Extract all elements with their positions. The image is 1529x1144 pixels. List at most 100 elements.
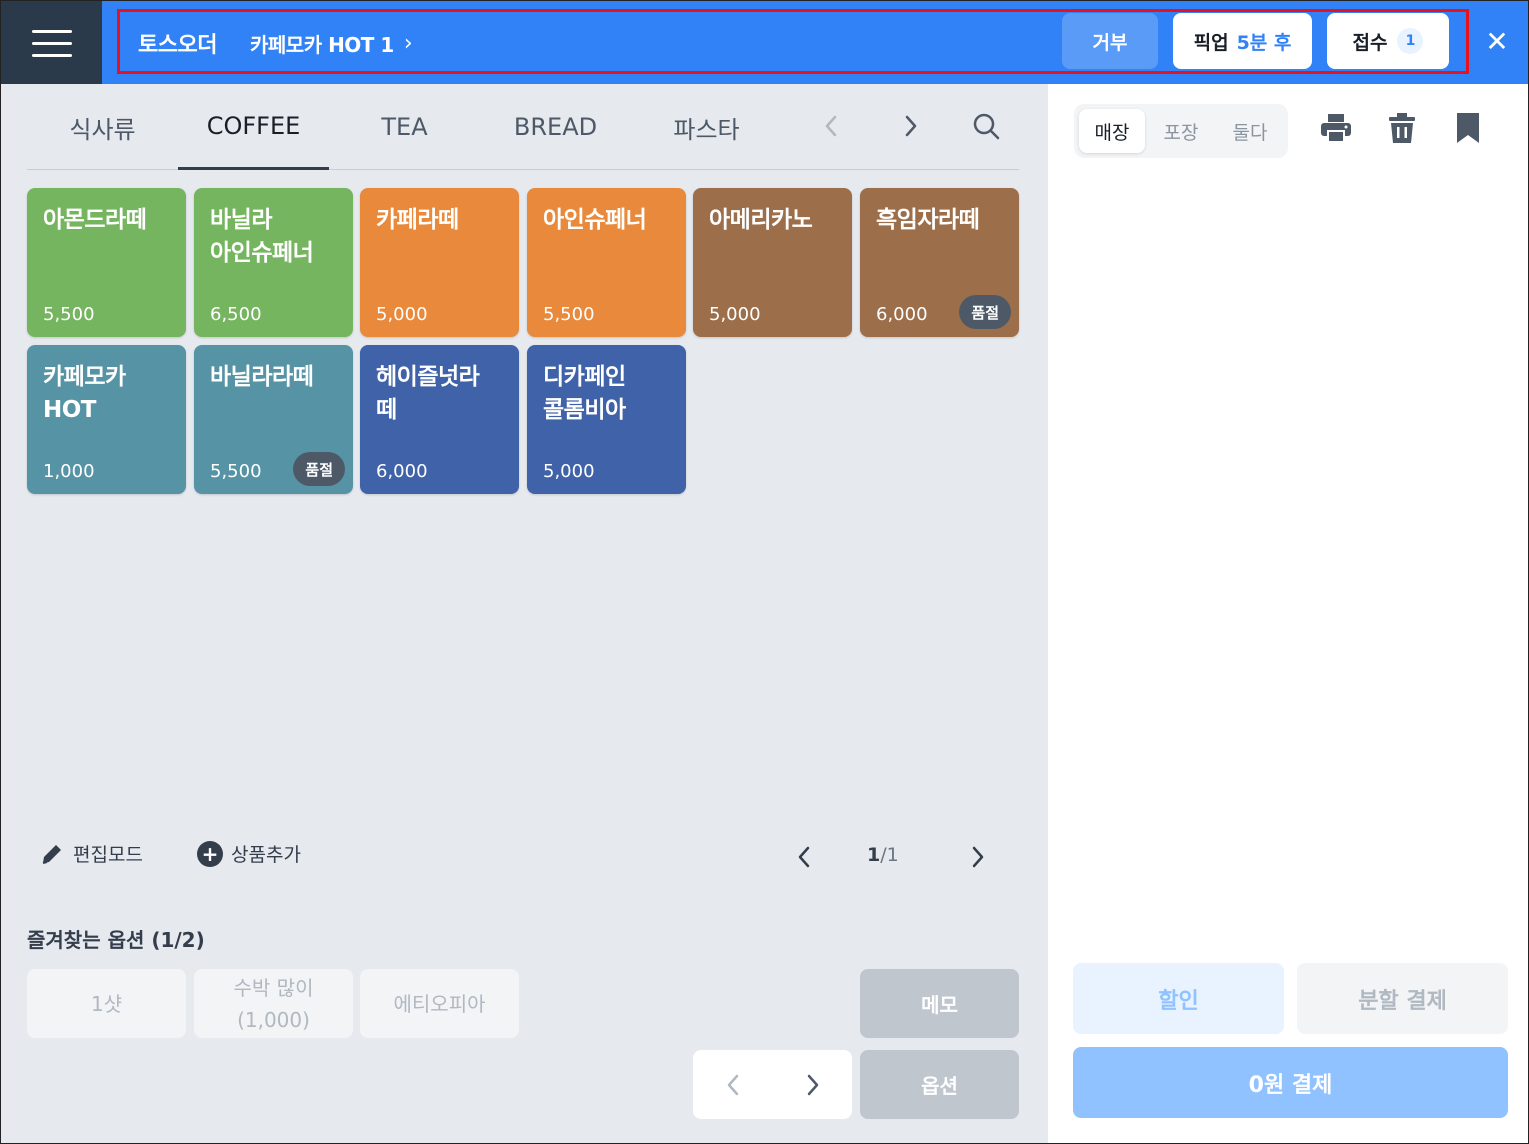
page-current: 1 xyxy=(867,844,881,866)
split-payment-button[interactable]: 분할 결제 xyxy=(1297,963,1508,1034)
chevron-right-icon xyxy=(972,846,984,868)
search-icon xyxy=(973,113,1000,140)
pickup-time: 5분 후 xyxy=(1236,31,1292,54)
accept-label: 접수 xyxy=(1352,31,1388,54)
printer-icon xyxy=(1321,114,1351,143)
product-tile[interactable]: 디카페인 콜롬비아 5,000 xyxy=(527,345,686,494)
plus-icon: + xyxy=(197,840,223,867)
option-prev-button[interactable] xyxy=(693,1050,772,1119)
option-label: 수박 많이 xyxy=(233,975,314,1000)
pencil-icon xyxy=(42,844,61,864)
chevron-right-icon xyxy=(807,1074,818,1095)
segment-dine-in[interactable]: 매장 xyxy=(1079,109,1145,153)
product-name: 카페라떼 xyxy=(376,207,459,233)
add-product-label: 상품추가 xyxy=(231,844,301,866)
tab-pasta[interactable]: 파스타 xyxy=(631,84,782,170)
hamburger-menu-button[interactable] xyxy=(1,1,102,84)
product-tile[interactable]: 바닐라라떼 5,500 품절 xyxy=(194,345,353,494)
trash-icon xyxy=(1389,113,1415,143)
product-price: 5,000 xyxy=(709,304,761,325)
chevron-left-icon xyxy=(798,846,810,868)
product-name: 바닐라 아인슈페너 xyxy=(210,207,314,266)
chevron-right-icon: › xyxy=(403,31,413,56)
bookmark-button[interactable] xyxy=(1448,108,1488,148)
product-price: 5,500 xyxy=(43,304,95,325)
tab-tea[interactable]: TEA xyxy=(329,84,480,170)
option-label: 1샷 xyxy=(90,991,123,1016)
option-price: (1,000) xyxy=(237,1007,310,1032)
segment-both[interactable]: 둘다 xyxy=(1217,109,1283,153)
option-page-nav xyxy=(693,1050,852,1119)
product-tile[interactable]: 아메리카노 5,000 xyxy=(693,188,852,337)
close-icon[interactable]: ✕ xyxy=(1482,21,1512,61)
tab-meals[interactable]: 식사류 xyxy=(27,84,178,170)
product-tile[interactable]: 아인슈페너 5,500 xyxy=(527,188,686,337)
memo-button[interactable]: 메모 xyxy=(860,969,1019,1038)
tab-bread[interactable]: BREAD xyxy=(480,84,631,170)
tab-prev-button[interactable] xyxy=(811,104,851,148)
product-name: 아메리카노 xyxy=(709,207,813,233)
favorite-option-watermelon[interactable]: 수박 많이 (1,000) xyxy=(194,969,353,1038)
brand-title: 토스오더 xyxy=(138,33,217,58)
product-price: 5,500 xyxy=(543,304,595,325)
product-tile[interactable]: 카페라떼 5,000 xyxy=(360,188,519,337)
product-price: 5,000 xyxy=(376,304,428,325)
product-name: 헤이즐넛라 떼 xyxy=(376,364,480,423)
favorite-option-ethiopia[interactable]: 에티오피아 xyxy=(360,969,519,1038)
chevron-right-icon xyxy=(905,115,917,137)
product-price: 5,000 xyxy=(543,461,595,482)
clear-cart-button[interactable] xyxy=(1382,108,1422,148)
bookmark-icon xyxy=(1457,113,1479,143)
product-name: 아인슈페너 xyxy=(543,207,647,233)
search-button[interactable] xyxy=(966,104,1006,148)
discount-button[interactable]: 할인 xyxy=(1073,963,1284,1034)
page-indicator: 1/1 xyxy=(867,844,899,866)
product-price: 6,500 xyxy=(210,304,262,325)
product-name: 디카페인 콜롬비아 xyxy=(543,364,626,423)
order-title: 카페모카 HOT 1 xyxy=(250,33,394,57)
product-name: 흑임자라떼 xyxy=(876,207,980,233)
order-summary-link[interactable]: 카페모카 HOT 1 › xyxy=(250,29,413,58)
product-price: 6,000 xyxy=(876,304,928,325)
tab-coffee[interactable]: COFFEE xyxy=(178,84,329,170)
page-total: 1 xyxy=(886,844,899,866)
tab-next-button[interactable] xyxy=(891,104,931,148)
page-prev-button[interactable] xyxy=(789,840,819,874)
page-next-button[interactable] xyxy=(963,840,993,874)
pickup-time-button[interactable]: 픽업 5분 후 xyxy=(1173,13,1312,69)
reject-button[interactable]: 거부 xyxy=(1062,13,1158,69)
soldout-badge: 품절 xyxy=(293,452,345,486)
cart-panel: 매장 포장 둘다 할인 분할 결제 0원 결제 xyxy=(1048,84,1528,1143)
order-type-segment: 매장 포장 둘다 xyxy=(1074,104,1288,158)
pay-button[interactable]: 0원 결제 xyxy=(1073,1047,1508,1118)
product-panel: 식사류 COFFEE TEA BREAD 파스타 아몬드라떼 5,500 바닐라 아… xyxy=(1,84,1048,1143)
product-tile[interactable]: 흑임자라떼 6,000 품절 xyxy=(860,188,1019,337)
product-tile[interactable]: 헤이즐넛라 떼 6,000 xyxy=(360,345,519,494)
option-next-button[interactable] xyxy=(773,1050,852,1119)
print-button[interactable] xyxy=(1316,108,1356,148)
product-tile[interactable]: 바닐라 아인슈페너 6,500 xyxy=(194,188,353,337)
category-tabs: 식사류 COFFEE TEA BREAD 파스타 xyxy=(27,84,1019,170)
add-product-button[interactable]: + 상품추가 xyxy=(197,840,301,867)
order-notification-bar: 토스오더 카페모카 HOT 1 › 거부 픽업 5분 후 접수 1 ✕ xyxy=(102,1,1528,84)
product-name: 바닐라라떼 xyxy=(210,364,314,390)
pickup-label: 픽업 xyxy=(1193,31,1229,54)
product-price: 1,000 xyxy=(43,461,95,482)
product-name: 아몬드라떼 xyxy=(43,207,147,233)
hamburger-icon xyxy=(31,29,72,57)
segment-takeout[interactable]: 포장 xyxy=(1148,109,1214,153)
edit-mode-button[interactable]: 편집모드 xyxy=(39,840,143,867)
chevron-left-icon xyxy=(727,1074,738,1095)
accept-button[interactable]: 접수 1 xyxy=(1327,13,1449,69)
option-label: 에티오피아 xyxy=(393,991,486,1016)
product-price: 5,500 xyxy=(210,461,262,482)
product-tile[interactable]: 아몬드라떼 5,500 xyxy=(27,188,186,337)
product-name: 카페모카 HOT xyxy=(43,364,126,423)
chevron-left-icon xyxy=(825,115,837,137)
soldout-badge: 품절 xyxy=(959,295,1011,329)
favorite-option-1shot[interactable]: 1샷 xyxy=(27,969,186,1038)
option-button[interactable]: 옵션 xyxy=(860,1050,1019,1119)
product-tile[interactable]: 카페모카 HOT 1,000 xyxy=(27,345,186,494)
product-price: 6,000 xyxy=(376,461,428,482)
favorite-options-title: 즐겨찾는 옵션 (1/2) xyxy=(27,928,205,952)
